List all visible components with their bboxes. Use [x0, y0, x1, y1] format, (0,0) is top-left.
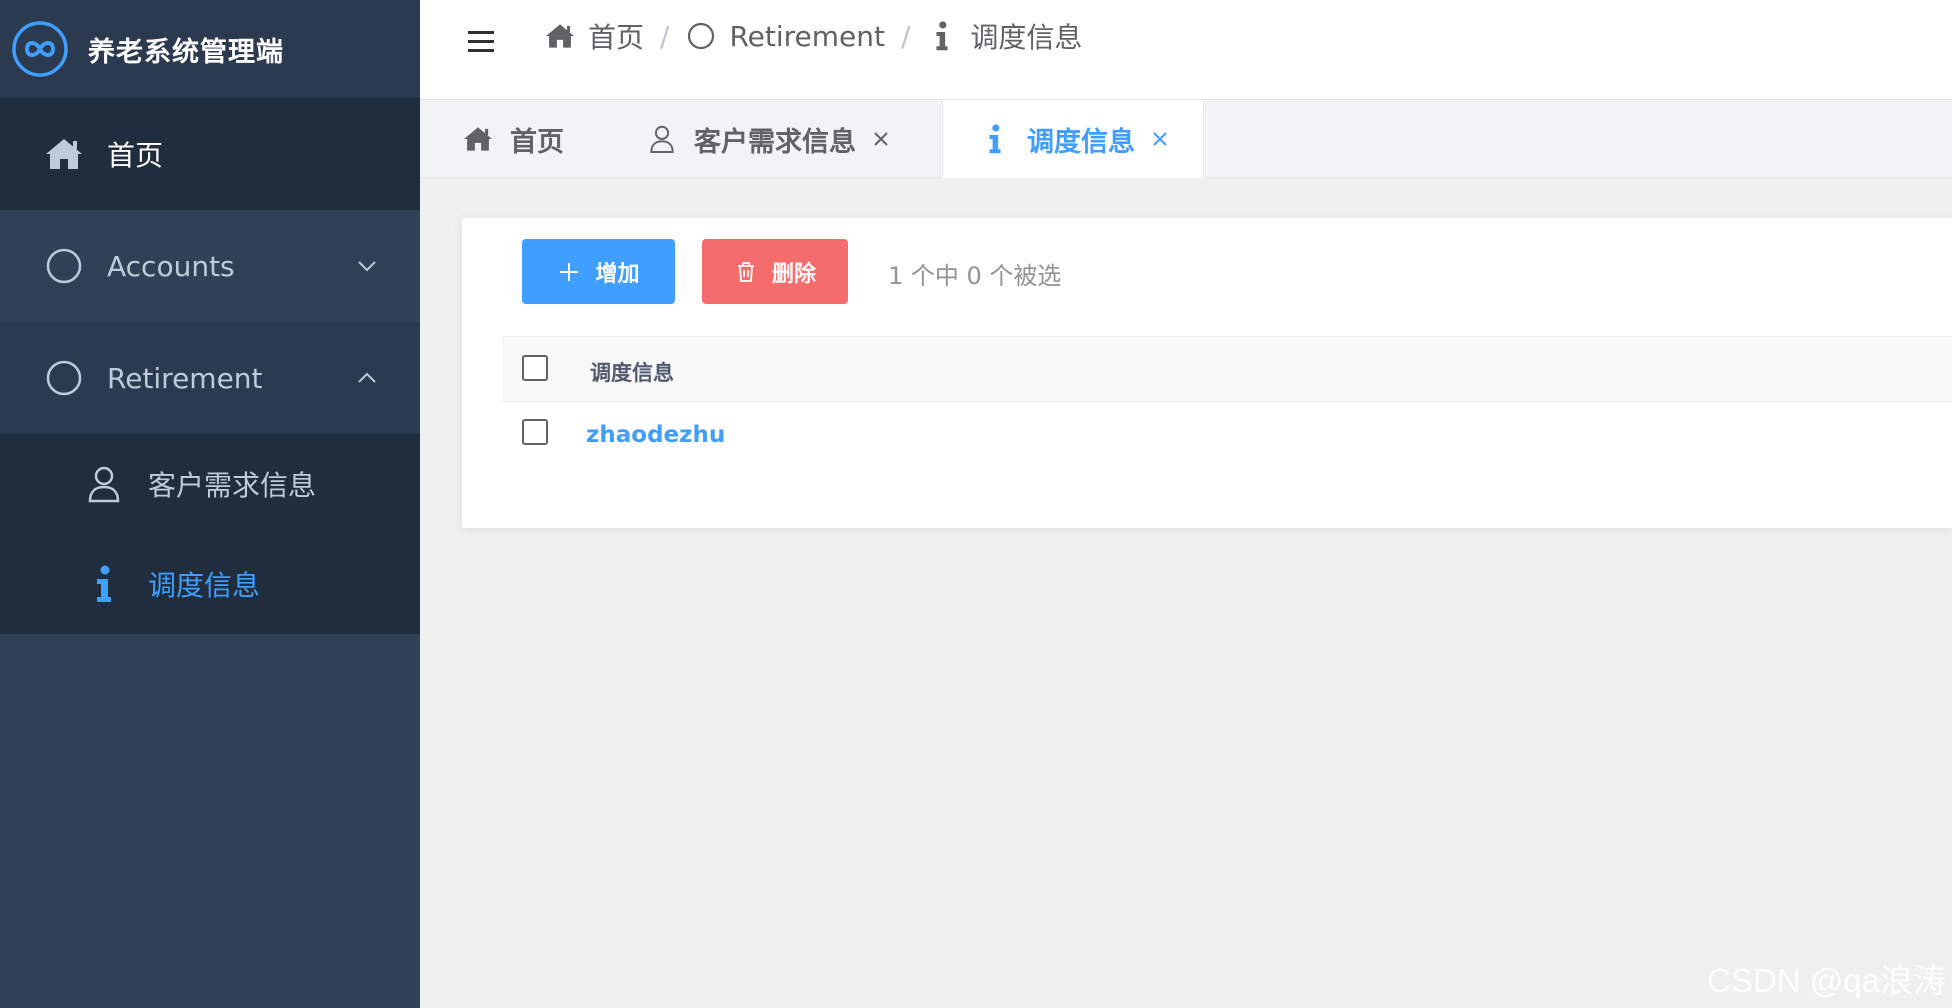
circle-icon [44, 358, 84, 398]
breadcrumb-item-dispatch: 调度信息 [926, 16, 1082, 56]
trash-icon [737, 261, 754, 282]
breadcrumb-separator: / [660, 19, 670, 53]
sidebar-item-accounts[interactable]: Accounts [0, 210, 420, 322]
hamburger-icon[interactable] [466, 26, 496, 56]
submenu-retirement: 客户需求信息 调度信息 [0, 434, 420, 634]
add-button[interactable]: 增加 [522, 239, 675, 304]
logo-icon [12, 21, 68, 77]
chevron-up-icon [358, 372, 376, 383]
tab-home[interactable]: 首页 [462, 100, 564, 178]
add-button-label: 增加 [595, 260, 640, 286]
home-icon [462, 123, 494, 155]
close-icon[interactable] [1151, 130, 1169, 148]
selection-count: 1 个中 0 个被选 [888, 262, 1062, 290]
home-icon [544, 20, 576, 52]
delete-button-label: 删除 [771, 260, 816, 286]
table-header: 调度信息 [502, 336, 1952, 402]
sidebar-item-label: Retirement [107, 361, 263, 395]
column-header: 调度信息 [590, 361, 674, 385]
row-link[interactable]: zhaodezhu [586, 422, 725, 448]
close-icon[interactable] [872, 130, 890, 148]
sidebar-item-label: 首页 [107, 139, 164, 172]
data-table: 调度信息 zhaodezhu [502, 336, 1952, 470]
app-title: 养老系统管理端 [88, 36, 284, 68]
content-card: 增加 删除 1 个中 0 个被选 调度信息 zhaodezhu [462, 218, 1952, 528]
tab-label: 调度信息 [1027, 126, 1135, 158]
sidebar-item-label: 客户需求信息 [148, 469, 317, 502]
circle-icon [44, 246, 84, 286]
user-icon [84, 464, 124, 504]
tab-label: 首页 [510, 126, 564, 158]
sidebar-item-customer-needs[interactable]: 客户需求信息 [0, 434, 420, 534]
breadcrumb: 首页 / Retirement / 调度信息 [544, 14, 1082, 58]
chevron-down-icon [358, 261, 376, 272]
sidebar-item-retirement[interactable]: Retirement [0, 322, 420, 434]
sidebar: 养老系统管理端 首页 Accounts Retirement 客户需求信息 调度… [0, 0, 420, 1008]
breadcrumb-label: 首页 [588, 21, 645, 54]
header: 首页 / Retirement / 调度信息 [420, 0, 1952, 100]
plus-icon [560, 262, 579, 281]
breadcrumb-label: 调度信息 [970, 21, 1083, 54]
home-icon [44, 134, 84, 174]
tab-label: 客户需求信息 [694, 126, 856, 158]
breadcrumb-item-retirement[interactable]: Retirement [685, 20, 885, 53]
delete-button[interactable]: 删除 [702, 239, 848, 304]
watermark: CSDN @qa浪涛 [1707, 962, 1946, 999]
sidebar-item-label: 调度信息 [148, 569, 261, 602]
tab-dispatch-info[interactable]: 调度信息 [942, 100, 1204, 178]
row-checkbox[interactable] [522, 419, 548, 445]
info-icon [979, 123, 1011, 155]
breadcrumb-separator: / [900, 19, 911, 53]
sidebar-item-home[interactable]: 首页 [0, 98, 420, 210]
breadcrumb-label: Retirement [729, 19, 885, 53]
brand[interactable]: 养老系统管理端 [0, 0, 420, 98]
breadcrumb-item-home[interactable]: 首页 [544, 16, 644, 56]
info-icon [84, 564, 124, 604]
user-icon [646, 123, 678, 155]
sidebar-item-label: Accounts [107, 249, 235, 283]
info-icon [926, 20, 958, 52]
tabs-bar: 首页 客户需求信息 调度信息 [420, 100, 1952, 178]
tab-customer-needs[interactable]: 客户需求信息 [646, 100, 890, 178]
circle-icon [685, 20, 717, 52]
table-row: zhaodezhu [502, 402, 1952, 470]
sidebar-item-dispatch-info[interactable]: 调度信息 [0, 534, 420, 634]
select-all-checkbox[interactable] [522, 355, 548, 381]
